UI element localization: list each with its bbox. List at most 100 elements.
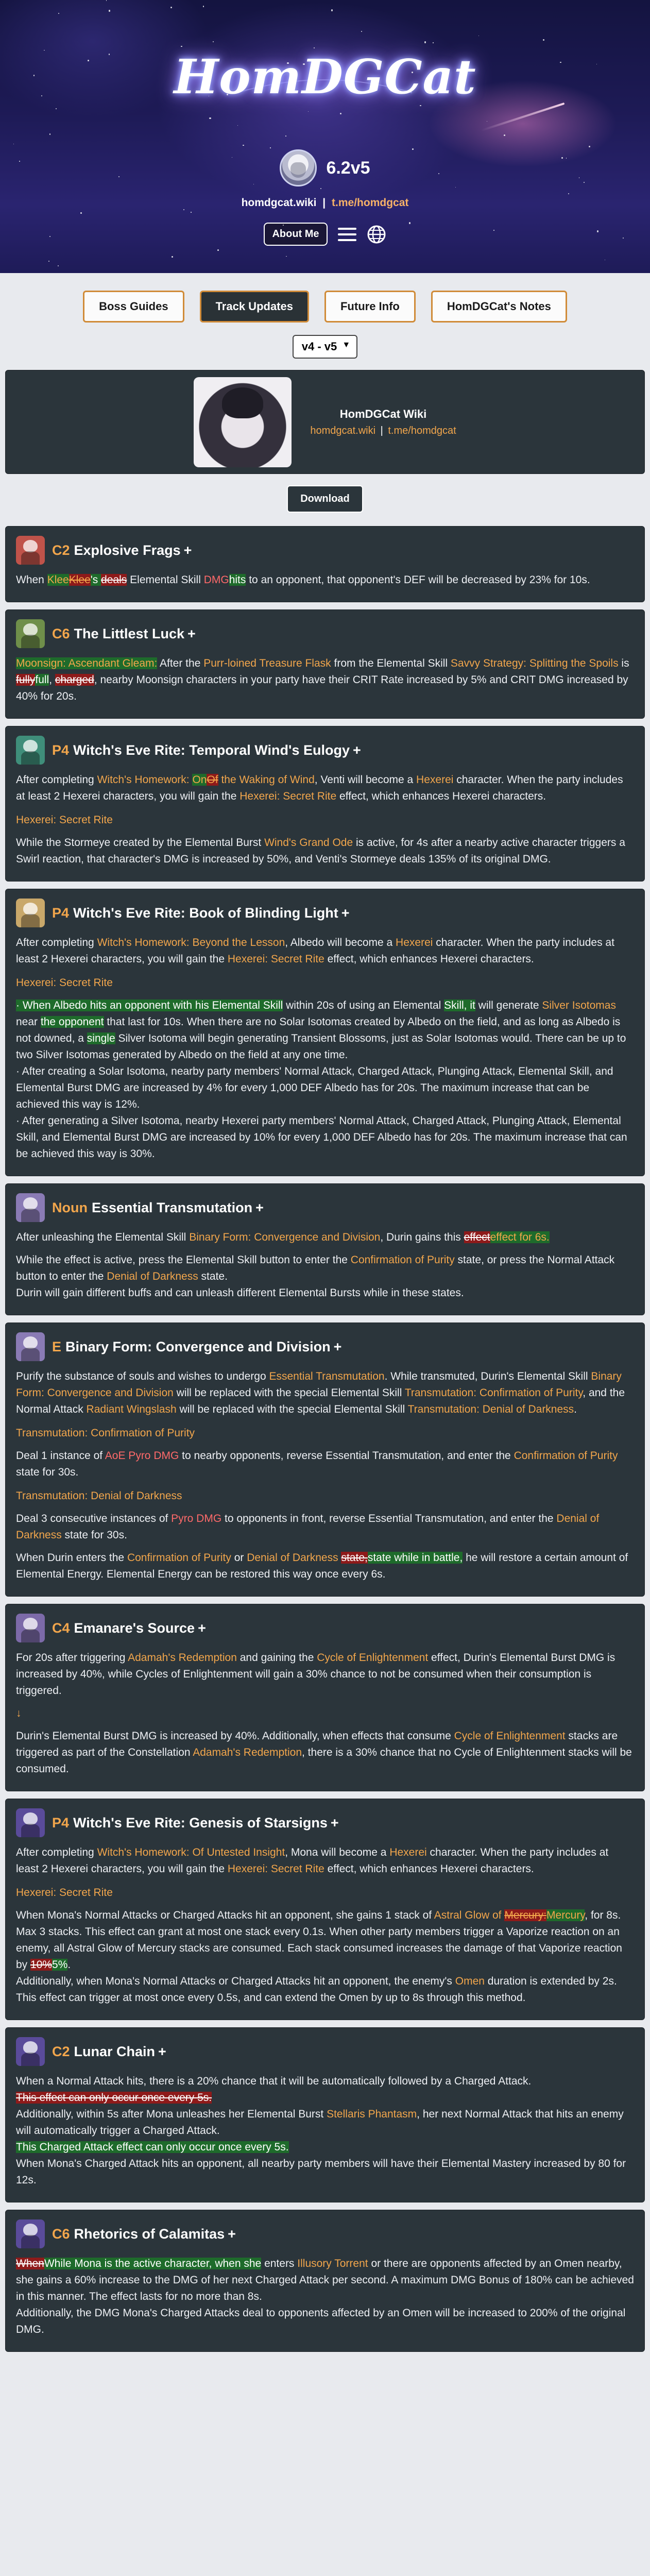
entry-header[interactable]: E Binary Form: Convergence and Division + — [16, 1332, 634, 1361]
text-segment: Durin's Elemental Burst DMG is increased… — [16, 1730, 454, 1742]
text-segment: Radiant Wingslash — [86, 1403, 177, 1415]
expand-plus-icon[interactable]: + — [334, 1339, 342, 1354]
expand-plus-icon[interactable]: + — [341, 905, 350, 921]
text-segment: will be replaced with the special Elemen… — [173, 1387, 405, 1399]
star-decoration — [455, 187, 456, 188]
expand-plus-icon[interactable]: + — [228, 2226, 236, 2242]
star-decoration — [118, 176, 119, 177]
site-logo[interactable]: HomDGCat — [0, 49, 650, 105]
text-segment: Adamah's Redemption — [128, 1652, 237, 1664]
version-label: 6.2v5 — [326, 158, 370, 178]
expand-plus-icon[interactable]: + — [158, 2044, 166, 2059]
text-segment: hits — [229, 574, 246, 586]
text-segment: · After generating a Silver Isotoma, nea… — [16, 1115, 627, 1160]
text-segment: Silver Isotomas — [542, 999, 616, 1011]
character-portrait-icon — [16, 619, 45, 648]
expand-plus-icon[interactable]: + — [353, 742, 361, 758]
download-button[interactable]: Download — [287, 485, 363, 513]
star-decoration — [504, 134, 505, 137]
text-segment: . While transmuted, Durin's Elemental Sk… — [384, 1370, 591, 1382]
star-decoration — [314, 47, 315, 48]
star-decoration — [55, 108, 57, 110]
text-segment: Adamah's Redemption — [193, 1747, 302, 1758]
text-segment: This effect can only occur once every 5s… — [16, 2092, 212, 2104]
text-segment: For 20s after triggering — [16, 1652, 128, 1664]
header-banner: HomDGCat 6.2v5 homdgcat.wiki | t.me/homd… — [0, 0, 650, 273]
entry-paragraph: Deal 1 instance of AoE Pyro DMG to nearb… — [16, 1448, 634, 1481]
entry-body: Moonsign: Ascendant Gleam: After the Pur… — [16, 655, 634, 705]
star-decoration — [172, 256, 174, 258]
star-decoration — [80, 212, 82, 214]
star-decoration — [19, 161, 20, 162]
entry-body: When KleeKlee's deals Elemental Skill DM… — [16, 572, 634, 588]
character-portrait-icon — [16, 1614, 45, 1642]
star-decoration — [48, 260, 50, 262]
text-segment: , Durin gains this — [380, 1231, 464, 1243]
star-decoration — [568, 193, 570, 195]
about-me-button[interactable]: About Me — [264, 223, 328, 246]
entry-paragraph: After completing Witch's Homework: Of Un… — [16, 1844, 634, 1877]
expand-plus-icon[interactable]: + — [184, 543, 192, 558]
entry-paragraph: After completing Witch's Homework: Beyon… — [16, 935, 634, 968]
entry-header[interactable]: P4 Witch's Eve Rite: Book of Blinding Lig… — [16, 899, 634, 927]
star-decoration — [287, 62, 289, 64]
constellation-label: C6 — [52, 625, 70, 641]
expand-plus-icon[interactable]: + — [187, 626, 196, 641]
text-segment: charged — [55, 674, 94, 686]
entry-paragraph: Transmutation: Confirmation of Purity — [16, 1425, 634, 1442]
site-link[interactable]: homdgcat.wiki — [242, 197, 317, 209]
comet-decoration — [481, 102, 565, 132]
character-portrait-icon — [16, 2037, 45, 2066]
wiki-telegram-link[interactable]: t.me/homdgcat — [388, 425, 456, 436]
entry-body: After completing Witch's Homework: OnOf … — [16, 772, 634, 868]
tab-future-info[interactable]: Future Info — [324, 291, 416, 323]
entry-header[interactable]: Noun Essential Transmutation + — [16, 1193, 634, 1222]
text-segment: Transmutation: Confirmation of Purity — [16, 1427, 195, 1439]
globe-icon[interactable] — [367, 225, 386, 244]
constellation-label: P4 — [52, 905, 70, 921]
hamburger-menu-icon[interactable] — [337, 226, 357, 243]
star-decoration — [33, 75, 35, 76]
expand-plus-icon[interactable]: + — [198, 1620, 206, 1636]
entry-header[interactable]: C2 Lunar Chain + — [16, 2037, 634, 2066]
entry-header[interactable]: C4 Emanare's Source + — [16, 1614, 634, 1642]
expand-plus-icon[interactable]: + — [255, 1200, 264, 1215]
star-decoration — [559, 61, 561, 63]
telegram-link[interactable]: t.me/homdgcat — [332, 197, 408, 209]
entry-title: Noun Essential Transmutation + — [52, 1200, 264, 1216]
star-decoration — [58, 12, 59, 14]
entry-header[interactable]: C2 Explosive Frags + — [16, 536, 634, 565]
character-portrait-icon — [16, 1332, 45, 1361]
constellation-label: C6 — [52, 2226, 70, 2242]
entry-header[interactable]: P4 Witch's Eve Rite: Genesis of Starsigns… — [16, 1808, 634, 1837]
entry-header[interactable]: C6 The Littlest Luck + — [16, 619, 634, 648]
text-segment: Hexerei: Secret Rite — [16, 814, 113, 826]
expand-plus-icon[interactable]: + — [331, 1815, 339, 1831]
text-segment: · When Albedo hits an opponent with his … — [16, 999, 283, 1011]
star-decoration — [307, 111, 309, 112]
entry-header[interactable]: P4 Witch's Eve Rite: Temporal Wind's Eulo… — [16, 736, 634, 765]
text-segment: Denial of Darkness — [247, 1552, 338, 1564]
entry-name: The Littlest Luck — [74, 625, 185, 641]
entry-paragraph: While the effect is active, press the El… — [16, 1252, 634, 1301]
entry-header[interactable]: C6 Rhetorics of Calamitas + — [16, 2219, 634, 2248]
constellation-label: C2 — [52, 542, 70, 558]
text-segment: Witch's Homework: Beyond the Lesson — [97, 937, 285, 948]
text-segment: After unleashing the Elemental Skill — [16, 1231, 190, 1243]
text-segment: Klee — [47, 574, 69, 586]
text-segment: This Charged Attack effect can only occu… — [16, 2141, 289, 2153]
text-segment: Hexerei — [396, 937, 433, 948]
version-select[interactable]: v4 - v5 ▼ — [292, 335, 358, 359]
star-decoration — [543, 39, 545, 41]
update-entry: P4 Witch's Eve Rite: Book of Blinding Lig… — [5, 889, 645, 1176]
entry-paragraph: When a Normal Attack hits, there is a 20… — [16, 2073, 634, 2189]
tab-track-updates[interactable]: Track Updates — [199, 291, 309, 323]
wiki-site-link[interactable]: homdgcat.wiki — [310, 425, 375, 436]
tab-homdgcat-notes[interactable]: HomDGCat's Notes — [431, 291, 567, 323]
star-decoration — [285, 135, 286, 137]
star-decoration — [320, 188, 322, 190]
link-separator: | — [322, 197, 326, 209]
tab-boss-guides[interactable]: Boss Guides — [83, 291, 184, 323]
text-segment: will generate — [475, 999, 542, 1011]
text-segment: After completing — [16, 937, 97, 948]
